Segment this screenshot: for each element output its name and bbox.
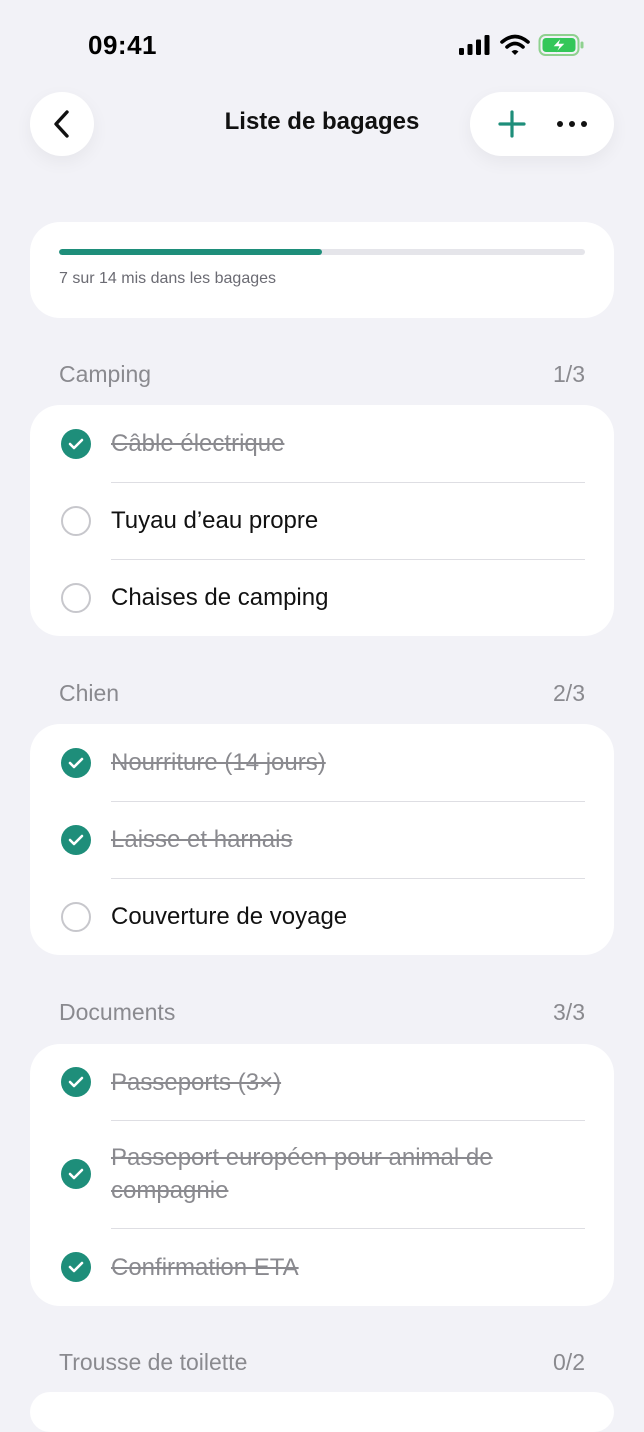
list-item[interactable]: Nourriture (14 jours)	[30, 724, 614, 801]
item-label: Confirmation ETA	[111, 1253, 299, 1281]
section-title: Chien	[59, 680, 120, 706]
checked-icon[interactable]	[61, 747, 91, 778]
item-label: Laisse et harnais	[111, 826, 293, 853]
checked-icon[interactable]	[61, 1067, 91, 1097]
section-header-camping: Camping 1/3	[59, 361, 585, 388]
section-title: Documents	[59, 999, 176, 1025]
section-count: 0/2	[553, 1349, 585, 1375]
unchecked-circle-icon[interactable]	[61, 505, 91, 536]
status-bar: 09:41	[0, 0, 644, 90]
unchecked-circle-icon[interactable]	[61, 582, 91, 613]
list-item[interactable]: Couverture de voyage	[30, 878, 614, 955]
section-count: 2/3	[553, 680, 585, 706]
item-label: Câble électrique	[111, 430, 285, 457]
section-title: Camping	[59, 361, 152, 387]
section-count: 1/3	[553, 361, 585, 387]
checked-icon[interactable]	[61, 1159, 91, 1189]
unchecked-circle-icon[interactable]	[61, 901, 91, 932]
section-card-camping: Câble électrique Tuyau d’eau propre Chai…	[30, 405, 614, 636]
item-label: Chaises de camping	[111, 584, 329, 611]
battery-charging-icon	[538, 34, 584, 56]
progress-text: 7 sur 14 mis dans les bagages	[59, 270, 277, 287]
progress-card: 7 sur 14 mis dans les bagages	[30, 222, 614, 318]
status-time: 09:41	[88, 30, 157, 60]
item-label: Passeport européen pour animal de compag…	[111, 1144, 493, 1204]
list-item[interactable]: Passeport européen pour animal de compag…	[30, 1120, 614, 1228]
section-header-chien: Chien 2/3	[59, 680, 585, 707]
wifi-icon	[500, 34, 530, 55]
status-icons	[458, 33, 586, 57]
item-label: Passeports (3×)	[111, 1068, 282, 1096]
plus-icon	[498, 110, 526, 138]
progress-bar-fill	[59, 249, 322, 255]
section-card-trousse	[30, 1392, 614, 1432]
progress-bar	[59, 249, 585, 255]
item-label: Tuyau d’eau propre	[111, 507, 319, 534]
checked-icon[interactable]	[61, 1252, 91, 1282]
list-item[interactable]: Câble électrique	[30, 405, 614, 482]
item-label: Couverture de voyage	[111, 903, 348, 930]
more-icon	[557, 121, 587, 127]
checked-icon[interactable]	[61, 824, 91, 855]
action-pill	[470, 92, 614, 156]
section-card-documents: Passeports (3×) Passeport européen pour …	[30, 1044, 614, 1306]
section-header-trousse: Trousse de toilette 0/2	[59, 1349, 585, 1376]
cellular-signal-icon	[459, 35, 490, 55]
list-item[interactable]: Laisse et harnais	[30, 801, 614, 878]
list-item[interactable]: Passeports (3×)	[30, 1044, 614, 1120]
section-card-chien: Nourriture (14 jours) Laisse et harnais …	[30, 724, 614, 955]
checked-icon[interactable]	[61, 428, 91, 459]
section-count: 3/3	[553, 999, 585, 1025]
item-label: Nourriture (14 jours)	[111, 749, 326, 776]
section-header-documents: Documents 3/3	[59, 999, 585, 1026]
list-item[interactable]: Chaises de camping	[30, 559, 614, 636]
more-options-button[interactable]	[552, 104, 592, 144]
section-title: Trousse de toilette	[59, 1349, 248, 1375]
list-item[interactable]: Tuyau d’eau propre	[30, 482, 614, 559]
list-item[interactable]: Confirmation ETA	[30, 1228, 614, 1306]
add-item-button[interactable]	[492, 104, 532, 144]
